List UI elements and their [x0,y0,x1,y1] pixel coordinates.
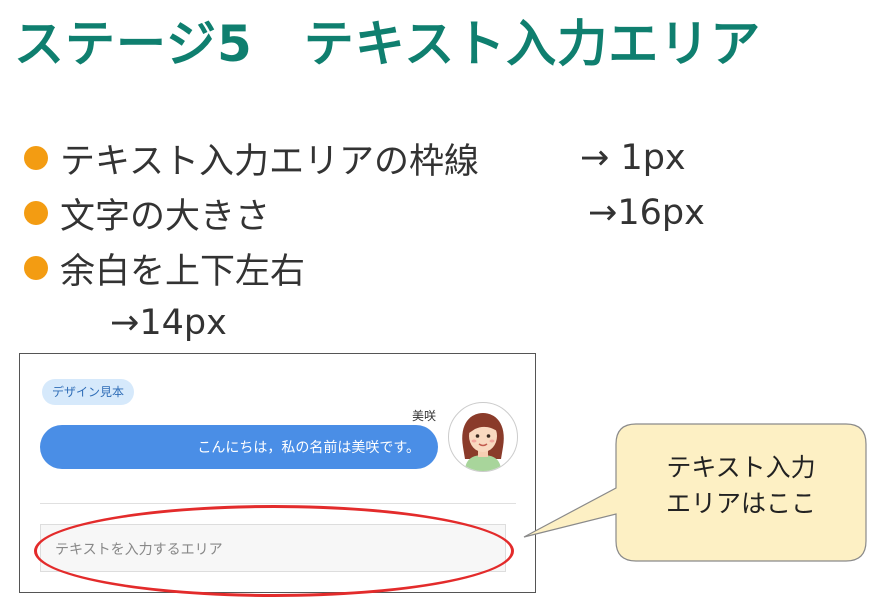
bullet-label: 余白を上下左右 [60,251,306,292]
bullet-label: テキスト入力エリアの枠線 [60,141,479,182]
divider [40,503,516,504]
bullet-value: → 1px [580,138,686,178]
chat-message: こんにちは，私の名前は美咲です。 [197,440,420,456]
bullet-font-size: 文字の大きさ [24,188,270,238]
bullet-value: →14px [110,303,227,343]
bullet-label: 文字の大きさ [60,196,271,237]
chat-bubble: こんにちは，私の名前は美咲です。 [40,425,438,469]
design-mockup: デザイン見本 美咲 こんにちは，私の名前は美咲です。 [19,353,536,593]
bullet-padding: 余白を上下左右 [24,243,305,293]
text-input-area[interactable] [40,524,506,572]
girl-avatar-icon [448,402,518,472]
callout-line: テキスト入力 [666,453,816,482]
callout-text: テキスト入力 エリアはここ [626,450,856,522]
design-sample-badge: デザイン見本 [42,379,135,405]
callout-line: エリアはここ [665,489,816,518]
bullet-border-width: テキスト入力エリアの枠線 [24,133,479,183]
orange-dot-icon [24,256,48,280]
speaker-name: 美咲 [411,409,436,423]
orange-dot-icon [24,201,48,225]
orange-dot-icon [24,146,48,170]
bullet-value: →16px [588,193,705,233]
slide-title: ステージ5 テキスト入力エリア [14,15,762,73]
